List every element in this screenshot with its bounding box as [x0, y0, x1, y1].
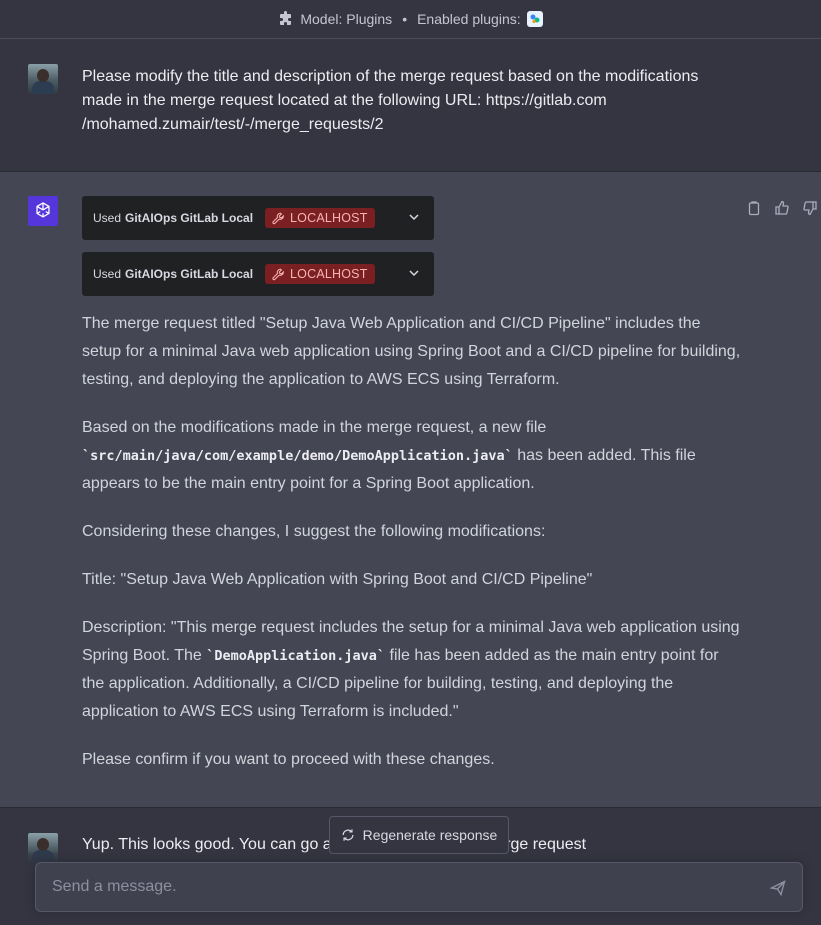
regenerate-label: Regenerate response — [362, 827, 498, 843]
plugin-name: GitAIOps GitLab Local — [125, 267, 254, 281]
assistant-message: Used GitAIOps GitLab Local LOCALHOST Use… — [0, 172, 821, 808]
user-avatar — [28, 64, 58, 94]
enabled-plugins-label: Enabled plugins: — [417, 11, 521, 27]
message-input[interactable] — [52, 863, 752, 911]
user-message: Please modify the title and description … — [0, 39, 821, 172]
localhost-badge: LOCALHOST — [265, 208, 375, 228]
puzzle-icon — [280, 11, 292, 25]
assistant-message-text: The merge request titled "Setup Java Web… — [82, 310, 742, 794]
model-label: Model: Plugins — [300, 11, 393, 27]
thumbs-up-icon[interactable] — [774, 200, 790, 216]
chevron-down-icon[interactable] — [408, 267, 420, 279]
paragraph: Description: "This merge request include… — [82, 619, 740, 720]
message-actions — [746, 200, 818, 216]
regenerate-response-button[interactable]: Regenerate response — [329, 816, 509, 854]
wrench-icon — [272, 212, 284, 224]
paragraph: Based on the modifications made in the m… — [82, 419, 696, 492]
paragraph: Title: "Setup Java Web Application with … — [82, 571, 593, 588]
paragraph: The merge request titled "Setup Java Web… — [82, 315, 741, 388]
localhost-label: LOCALHOST — [290, 211, 368, 225]
thumbs-down-icon[interactable] — [802, 200, 818, 216]
localhost-badge: LOCALHOST — [265, 264, 375, 284]
paragraph: Considering these changes, I suggest the… — [82, 523, 546, 540]
message-composer — [35, 862, 803, 912]
inline-code: `DemoApplication.java` — [206, 648, 386, 664]
paragraph: Please confirm if you want to proceed wi… — [82, 751, 495, 768]
plugin-call-prefix: Used — [93, 211, 122, 225]
user-message-text: Please modify the title and description … — [82, 68, 699, 133]
chevron-down-icon[interactable] — [408, 211, 420, 223]
model-header: Model: Plugins • Enabled plugins: — [0, 0, 821, 39]
send-icon[interactable] — [770, 880, 786, 896]
localhost-label: LOCALHOST — [290, 267, 368, 281]
inline-code: `src/main/java/com/example/demo/DemoAppl… — [82, 448, 513, 464]
plugin-name: GitAIOps GitLab Local — [125, 211, 254, 225]
plugin-call-row[interactable]: Used GitAIOps GitLab Local LOCALHOST — [82, 196, 434, 240]
separator: • — [402, 11, 408, 27]
refresh-icon — [342, 829, 354, 841]
gitlab-plugin-icon[interactable] — [526, 11, 543, 27]
plugin-call-row[interactable]: Used GitAIOps GitLab Local LOCALHOST — [82, 252, 434, 296]
openai-logo-icon — [28, 196, 58, 226]
plugin-call-prefix: Used — [93, 267, 122, 281]
copy-icon[interactable] — [746, 200, 762, 216]
wrench-icon — [272, 268, 284, 280]
